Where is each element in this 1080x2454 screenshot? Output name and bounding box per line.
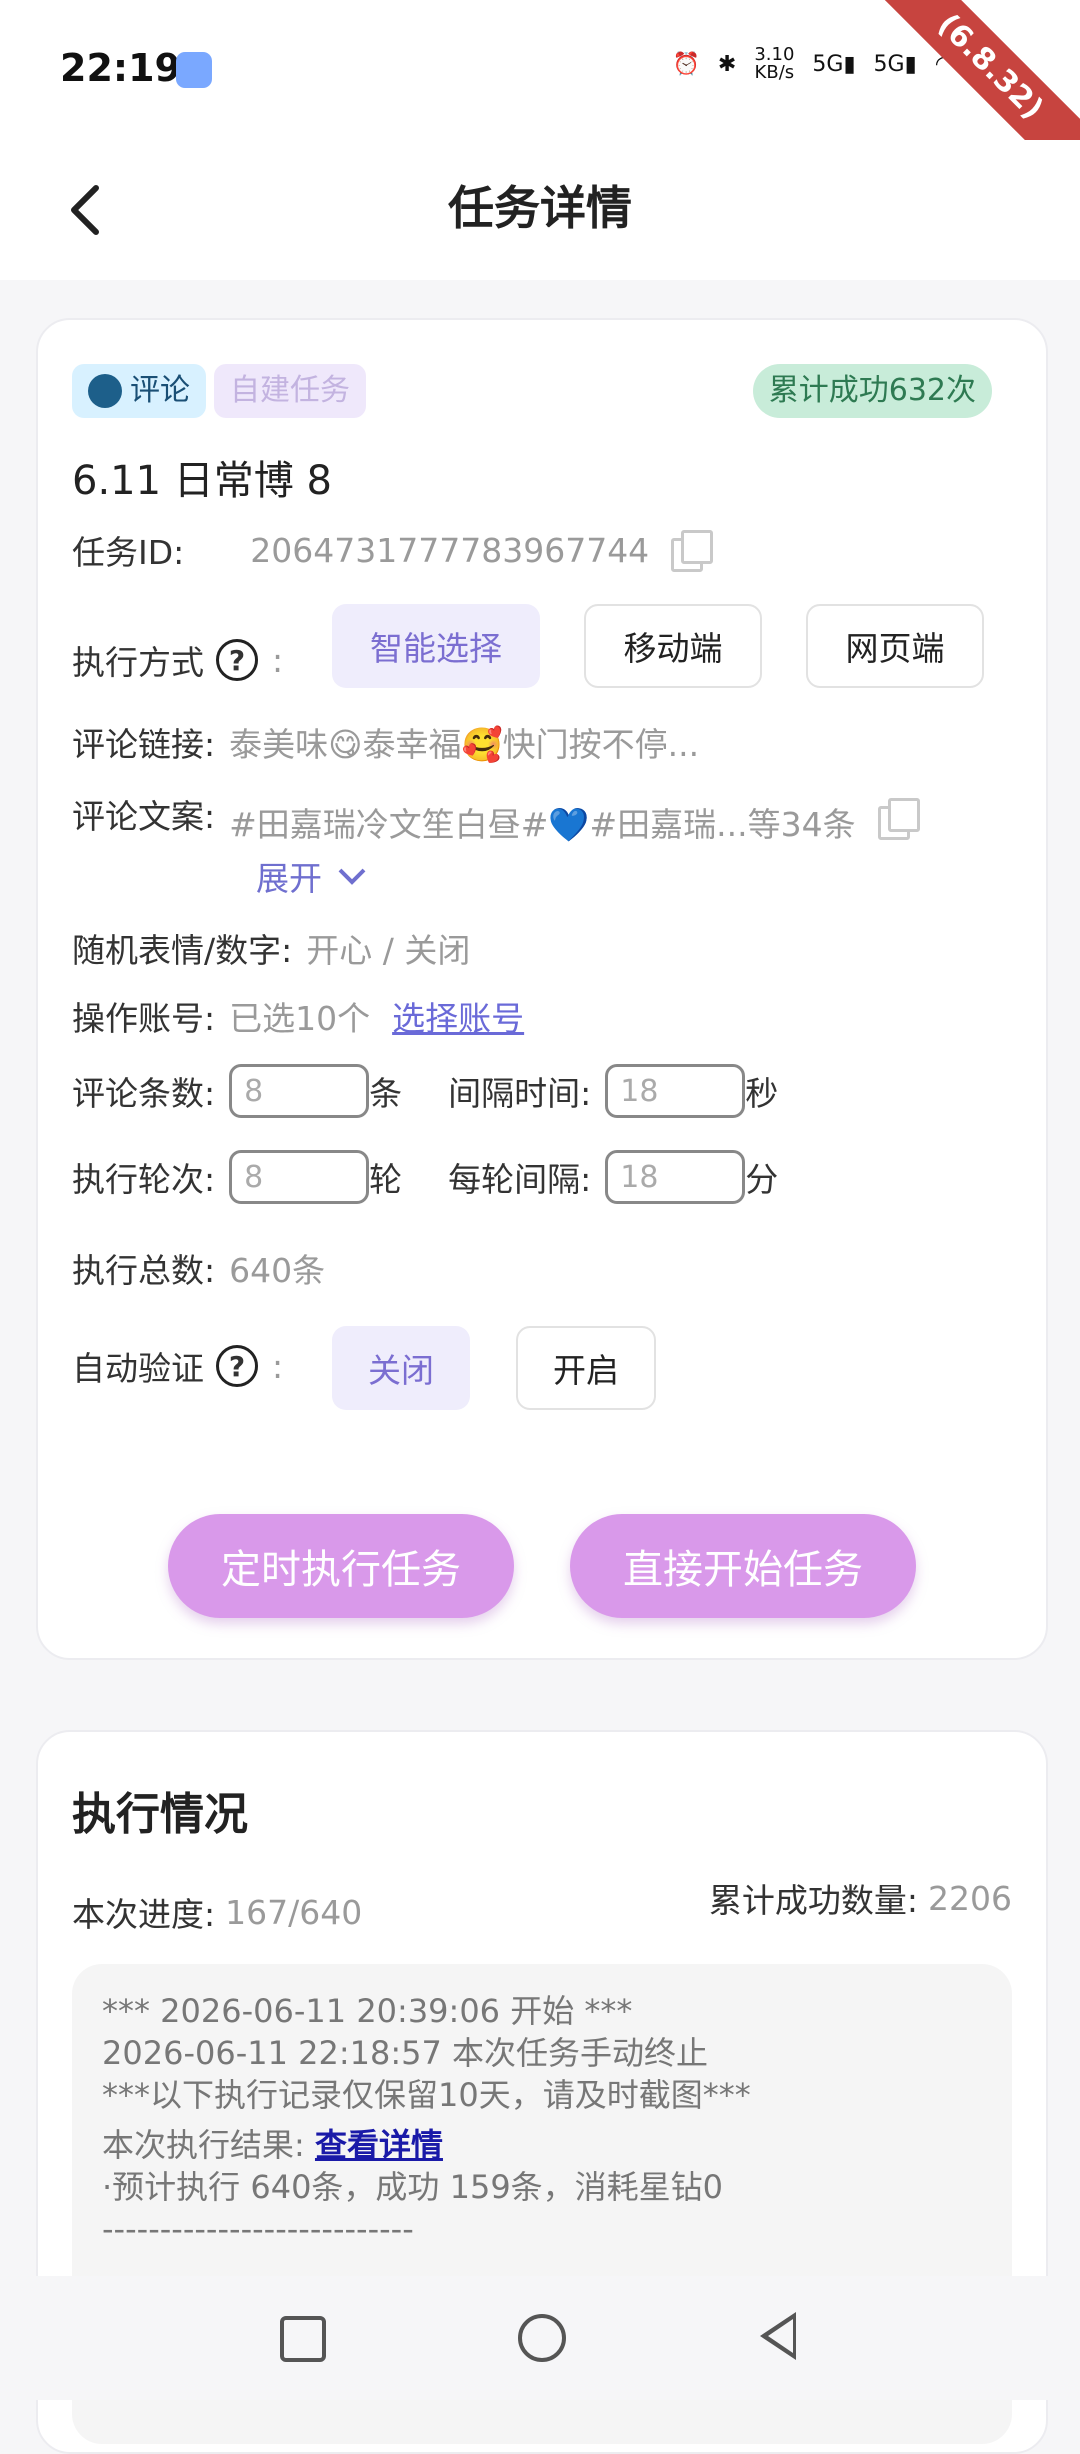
auto-verify-label: 自动验证: [72, 1349, 204, 1388]
total-row: 执行总数: 640条: [72, 1244, 325, 1292]
help-icon[interactable]: ?: [216, 639, 258, 681]
total-success-value: 2206: [928, 1878, 1012, 1918]
comment-bubble-icon: [88, 374, 122, 408]
progress-value: 167/640: [225, 1892, 363, 1932]
total-success-label: 累计成功数量:: [708, 1881, 919, 1920]
nav-back-icon[interactable]: [760, 2312, 796, 2360]
progress-label: 本次进度:: [72, 1895, 216, 1934]
copy-text-icon[interactable]: [877, 798, 920, 840]
comment-count-row: 评论条数: 8 条 间隔时间: 18 秒: [72, 1064, 778, 1118]
copy-id-icon[interactable]: [671, 530, 714, 572]
app-notification-icon: [176, 52, 212, 88]
comment-copy-label: 评论文案:: [72, 797, 216, 836]
success-count-badge: 累计成功632次: [752, 364, 992, 418]
task-card: 评论 自建任务 累计成功632次 6.11 日常博 8 任务ID: 206473…: [36, 318, 1048, 1660]
exec-mode-mobile[interactable]: 移动端: [584, 604, 762, 688]
auto-verify-off[interactable]: 关闭: [332, 1326, 470, 1410]
account-value: 已选10个: [229, 999, 371, 1038]
select-account-link[interactable]: 选择账号: [392, 992, 524, 1040]
expand-toggle[interactable]: 展开: [256, 852, 368, 900]
task-id-label: 任务ID:: [72, 533, 185, 572]
total-success-row: 累计成功数量: 2206: [709, 1874, 1012, 1922]
view-details-link[interactable]: 查看详情: [315, 2126, 443, 2164]
alarm-icon: ⏰: [672, 51, 700, 77]
random-emoji-value: 开心 / 关闭: [306, 931, 471, 970]
round-interval-label: 每轮间隔:: [448, 1160, 592, 1199]
comment-count-label: 评论条数:: [72, 1074, 216, 1113]
rounds-input[interactable]: 8: [229, 1150, 370, 1204]
home-icon[interactable]: [518, 2314, 566, 2362]
task-name: 6.11 日常博 8: [72, 458, 332, 504]
comment-count-unit: 条: [369, 1074, 403, 1113]
rounds-unit: 轮: [369, 1160, 403, 1199]
task-id-value: 2064731777783967744: [250, 530, 650, 570]
interval-label: 间隔时间:: [448, 1074, 592, 1113]
total-value: 640条: [229, 1251, 326, 1290]
exec-mode-web[interactable]: 网页端: [806, 604, 984, 688]
signal-icon-1: 5G▮: [812, 51, 856, 77]
log-divider: ---------------------------: [102, 2210, 414, 2248]
interval-input[interactable]: 18: [605, 1064, 746, 1118]
network-speed: 3.10 KB/s: [754, 44, 795, 83]
random-emoji-row: 随机表情/数字: 开心 / 关闭: [72, 924, 470, 972]
round-interval-unit: 分: [745, 1160, 779, 1199]
status-bar: 22:19 ⏰ ✱ 3.10KB/s 5G▮ 5G▮ ◠ 4 (6.8.32): [0, 0, 1080, 207]
auto-verify-row: 自动验证 ? :: [72, 1324, 283, 1408]
account-label: 操作账号:: [72, 999, 216, 1038]
comment-copy-value: #田嘉瑞冷文笙白昼#💙#田嘉瑞...等34条: [229, 805, 856, 844]
start-task-button[interactable]: 直接开始任务: [570, 1514, 916, 1618]
result-label: 本次执行结果:: [102, 2126, 305, 2164]
log-line: ***以下执行记录仅保留10天，请及时截图***: [102, 2076, 751, 2114]
result-row: 本次执行结果: 查看详情: [102, 2124, 982, 2166]
task-id-row: 任务ID: 2064731777783967744: [72, 526, 714, 574]
exec-mode-row: 执行方式 ? :: [72, 618, 283, 702]
bluetooth-icon: ✱: [717, 51, 737, 77]
random-emoji-label: 随机表情/数字:: [72, 931, 293, 970]
help-icon[interactable]: ?: [216, 1345, 258, 1387]
auto-verify-colon: :: [272, 1346, 284, 1386]
round-interval-input[interactable]: 18: [605, 1150, 746, 1204]
rounds-row: 执行轮次: 8 轮 每轮间隔: 18 分: [72, 1150, 778, 1204]
status-time: 22:19: [60, 46, 181, 90]
comment-copy-row: 评论文案: #田嘉瑞冷文笙白昼#💙#田嘉瑞...等34条: [72, 790, 920, 846]
auto-verify-on[interactable]: 开启: [516, 1326, 656, 1410]
log-line: *** 2026-06-11 20:39:06 开始 ***: [102, 1992, 633, 2030]
comment-link-row: 评论链接: 泰美味😋泰幸福🥰快门按不停...: [72, 718, 699, 766]
app-header: 任务详情: [0, 140, 1080, 280]
self-created-tag: 自建任务: [214, 364, 366, 418]
account-row: 操作账号: 已选10个 选择账号: [72, 992, 524, 1040]
signal-icon-2: 5G▮: [873, 51, 917, 77]
system-nav-bar: [0, 2276, 1080, 2400]
execution-title: 执行情况: [72, 1789, 248, 1840]
log-line: 2026-06-11 22:18:57 本次任务手动终止: [102, 2034, 709, 2072]
comment-link-label: 评论链接:: [72, 725, 216, 764]
recent-apps-icon[interactable]: [280, 2316, 326, 2362]
page-title: 任务详情: [448, 181, 632, 235]
interval-unit: 秒: [745, 1074, 779, 1113]
result-summary: ·预计执行 640条，成功 159条，消耗星钻0: [102, 2168, 724, 2206]
total-label: 执行总数:: [72, 1251, 216, 1290]
progress-row: 本次进度: 167/640: [72, 1888, 362, 1936]
rounds-label: 执行轮次:: [72, 1160, 216, 1199]
comment-count-input[interactable]: 8: [229, 1064, 370, 1118]
exec-mode-smart[interactable]: 智能选择: [332, 604, 540, 688]
task-type-tag: 评论: [72, 364, 206, 418]
schedule-task-button[interactable]: 定时执行任务: [168, 1514, 514, 1618]
exec-mode-label: 执行方式: [72, 643, 204, 682]
chevron-down-icon: [338, 868, 366, 885]
exec-mode-colon: :: [272, 640, 284, 680]
comment-link-value[interactable]: 泰美味😋泰幸福🥰快门按不停...: [229, 718, 699, 766]
